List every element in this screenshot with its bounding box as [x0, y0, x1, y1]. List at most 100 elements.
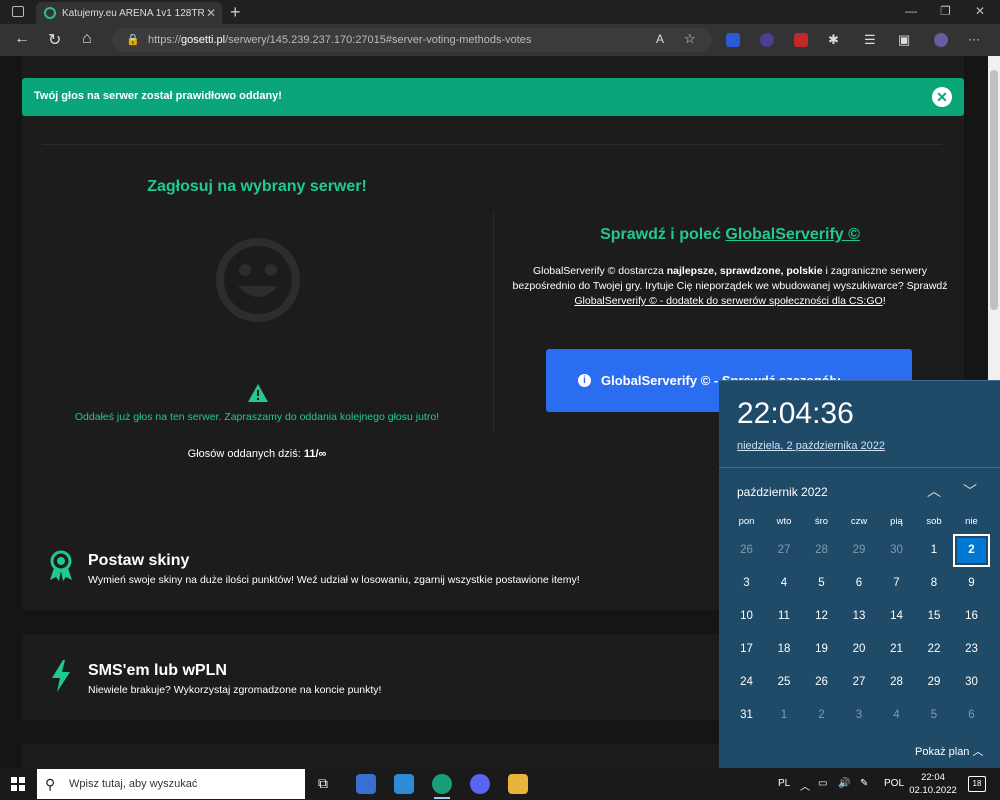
minimize-icon[interactable]: —	[905, 4, 917, 18]
calendar-day[interactable]: 29	[916, 666, 953, 699]
calendar-day[interactable]: 5	[916, 699, 953, 732]
read-aloud-icon[interactable]: A	[656, 32, 664, 46]
calendar-day[interactable]: 3	[841, 699, 878, 732]
calendar-day[interactable]: 1	[916, 534, 953, 567]
calendar-day[interactable]: 22	[916, 633, 953, 666]
input-language[interactable]: PL	[778, 778, 790, 789]
calendar-day[interactable]: 29	[841, 534, 878, 567]
award-icon	[50, 550, 72, 581]
calendar-day[interactable]: 3	[728, 567, 765, 600]
scroll-thumb[interactable]	[990, 70, 998, 310]
pen-icon[interactable]: ✎	[860, 778, 868, 789]
calendar-day[interactable]: 11	[766, 600, 803, 633]
taskbar-search[interactable]: ⚲ Wpisz tutaj, aby wyszukać	[37, 769, 305, 799]
calendar-day[interactable]: 20	[841, 633, 878, 666]
calendar-day[interactable]: 30	[878, 534, 915, 567]
globalserverify-addon-link[interactable]: GlobalServerify © - dodatek do serwerów …	[574, 295, 882, 307]
chevron-up-icon[interactable]: ︿	[927, 481, 941, 501]
back-icon[interactable]: ←	[14, 30, 30, 48]
tab-close-icon[interactable]: ✕	[206, 6, 216, 20]
calendar-day[interactable]: 10	[728, 600, 765, 633]
search-placeholder: Wpisz tutaj, aby wyszukać	[69, 778, 198, 790]
weekday-label: czw	[850, 516, 868, 527]
calendar-day[interactable]: 6	[953, 699, 990, 732]
clock-time: 22:04:36	[737, 397, 854, 430]
calendar-day[interactable]: 31	[728, 699, 765, 732]
tray-chevron-icon[interactable]: ︿	[800, 778, 810, 793]
calendar-day[interactable]: 1	[766, 699, 803, 732]
windows-start-icon[interactable]	[11, 777, 25, 791]
calendar-day[interactable]: 4	[766, 567, 803, 600]
edge-icon[interactable]	[432, 774, 452, 794]
favorite-icon[interactable]: ☆	[684, 31, 696, 47]
calendar-day[interactable]: 24	[728, 666, 765, 699]
calendar-day[interactable]: 21	[878, 633, 915, 666]
show-plan-button[interactable]: Pokaż plan ︿	[915, 743, 983, 759]
input-language-code[interactable]: POL	[884, 778, 904, 789]
new-tab-button[interactable]: +	[230, 2, 241, 23]
menu-icon[interactable]: ···	[968, 32, 980, 46]
tab-actions-icon[interactable]	[12, 6, 24, 17]
calendar-day[interactable]: 4	[878, 699, 915, 732]
refresh-icon[interactable]: ↻	[48, 30, 61, 50]
clock-date[interactable]: niedziela, 2 października 2022	[737, 440, 885, 452]
calendar-day[interactable]: 16	[953, 600, 990, 633]
already-voted-message: Oddałeś już głos na ten serwer. Zaprasza…	[74, 411, 440, 423]
home-icon[interactable]: ⌂	[82, 30, 92, 48]
calendar-day[interactable]: 8	[916, 567, 953, 600]
calendar-day[interactable]: 28	[803, 534, 840, 567]
calendar-day[interactable]: 28	[878, 666, 915, 699]
calendar-day[interactable]: 30	[953, 666, 990, 699]
store-icon[interactable]	[356, 774, 376, 794]
calendar-day[interactable]: 27	[766, 534, 803, 567]
calendar-day[interactable]: 26	[803, 666, 840, 699]
calendar-day[interactable]: 23	[953, 633, 990, 666]
calendar-day[interactable]: 7	[878, 567, 915, 600]
favorites-icon[interactable]: ☰	[864, 32, 876, 48]
browser-tab[interactable]: Katujemy.eu ARENA 1v1 128TR ✕	[36, 2, 222, 24]
volume-icon[interactable]: 🔊	[838, 778, 850, 789]
network-icon[interactable]: ▭	[818, 778, 827, 789]
restore-icon[interactable]: ❐	[940, 4, 951, 18]
feature-title: Postaw skiny	[88, 552, 190, 569]
calendar-day[interactable]: 17	[728, 633, 765, 666]
toast-close-button[interactable]: ✕	[932, 87, 952, 107]
globalserverify-link[interactable]: GlobalServerify ©	[725, 226, 860, 243]
extension-ublock-icon[interactable]	[794, 33, 808, 47]
calendar-day[interactable]: 27	[841, 666, 878, 699]
profile-avatar[interactable]	[934, 33, 948, 47]
file-explorer-icon[interactable]	[508, 774, 528, 794]
extension-gmail-icon[interactable]	[726, 33, 740, 47]
calendar-day[interactable]: 6	[841, 567, 878, 600]
tab-title: Katujemy.eu ARENA 1v1 128TR	[62, 7, 205, 19]
calendar-day[interactable]: 13	[841, 600, 878, 633]
calendar-day[interactable]: 2	[953, 534, 990, 567]
extension-icon[interactable]	[760, 33, 774, 47]
weekday-label: wto	[776, 516, 792, 527]
discord-icon[interactable]	[470, 774, 490, 794]
calendar-day[interactable]: 2	[803, 699, 840, 732]
calendar-day[interactable]: 12	[803, 600, 840, 633]
window-close-icon[interactable]: ✕	[975, 4, 985, 18]
notification-center-icon[interactable]: 18	[968, 776, 986, 792]
calendar-day[interactable]: 18	[766, 633, 803, 666]
app-icon[interactable]	[394, 774, 414, 794]
calendar-day[interactable]: 26	[728, 534, 765, 567]
divider-vertical	[493, 212, 494, 434]
calendar-day[interactable]: 15	[916, 600, 953, 633]
feature-title: SMS'em lub wPLN	[88, 662, 227, 679]
calendar-flyout: 22:04:36 niedziela, 2 października 2022 …	[719, 380, 1000, 768]
calendar-day[interactable]: 14	[878, 600, 915, 633]
success-toast: Twój głos na serwer został prawidłowo od…	[22, 78, 964, 116]
extensions-icon[interactable]: ✱	[828, 32, 839, 48]
calendar-month[interactable]: październik 2022	[737, 485, 828, 499]
chevron-down-icon[interactable]: ﹀	[963, 481, 977, 501]
calendar-day[interactable]: 25	[766, 666, 803, 699]
taskbar-clock[interactable]: 22:04 02.10.2022	[908, 771, 958, 797]
task-view-icon[interactable]: ⧉	[318, 775, 328, 792]
address-bar[interactable]: 🔒 https://gosetti.pl/serwery/145.239.237…	[112, 28, 712, 52]
calendar-day[interactable]: 19	[803, 633, 840, 666]
calendar-day[interactable]: 9	[953, 567, 990, 600]
calendar-day[interactable]: 5	[803, 567, 840, 600]
collections-icon[interactable]: ▣	[898, 32, 910, 48]
